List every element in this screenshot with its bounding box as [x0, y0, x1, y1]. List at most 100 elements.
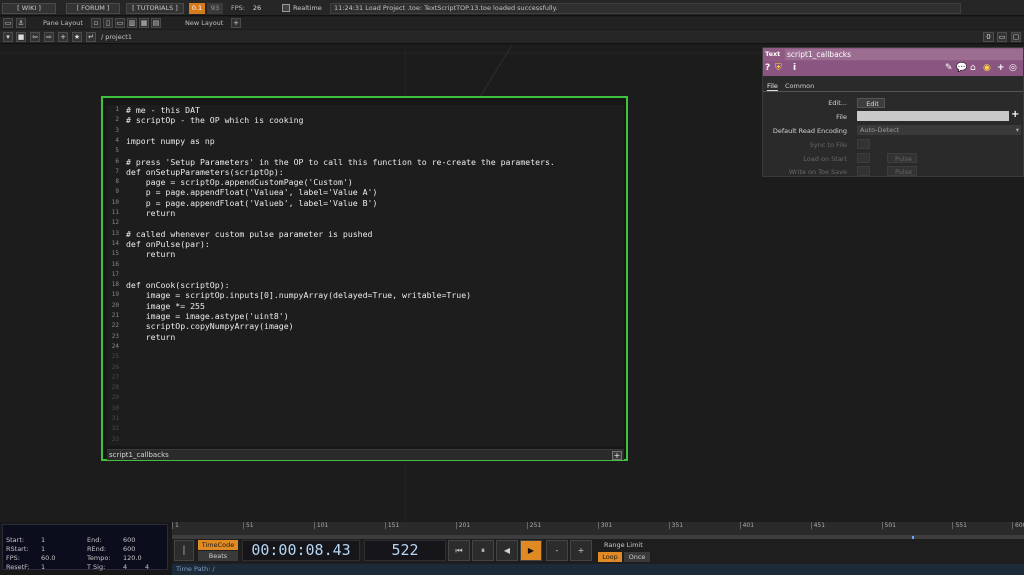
code-line[interactable]: 3 [107, 126, 624, 136]
code-text[interactable]: return [126, 332, 176, 342]
code-line[interactable]: 24 [107, 342, 624, 352]
resetf-value[interactable]: 1 [41, 563, 45, 571]
code-line[interactable]: 15 return [107, 249, 624, 259]
new-layout-button[interactable]: New Layout [185, 18, 223, 28]
edit-icon[interactable]: ✎ [945, 63, 953, 74]
code-line[interactable]: 33 [107, 435, 624, 445]
parent-icon[interactable]: ↵ [86, 32, 96, 42]
help-icon[interactable]: ? [765, 63, 770, 74]
text-editor-window[interactable]: 1 # me - this DAT 2 # scriptOp - the OP whi… [101, 96, 628, 461]
code-line[interactable]: 28 [107, 383, 624, 393]
code-text[interactable]: scriptOp.copyNumpyArray(image) [126, 321, 294, 331]
end-value[interactable]: 600 [123, 536, 135, 544]
write-on-save-toggle[interactable] [857, 166, 870, 176]
comment-icon[interactable]: 💬 [956, 63, 967, 74]
layout-3-icon[interactable]: ▭ [115, 18, 125, 28]
add-layout-icon[interactable]: + [231, 18, 241, 28]
code-line[interactable]: 14 def onPulse(par): [107, 239, 624, 249]
rewind-icon[interactable]: ⏮ [448, 540, 470, 561]
code-line[interactable]: 32 [107, 424, 624, 434]
op-name-field[interactable]: script1_callbacks [785, 49, 1023, 60]
code-line[interactable]: 17 [107, 270, 624, 280]
code-line[interactable]: 1 # me - this DAT [107, 105, 624, 115]
tag-icon[interactable]: ⌂ [970, 63, 976, 74]
layout-6-icon[interactable]: ▤ [151, 18, 161, 28]
tab-file[interactable]: File [767, 82, 778, 91]
time-path[interactable]: Time Path: / [172, 564, 1024, 575]
rend-value[interactable]: 600 [123, 545, 135, 553]
code-text[interactable]: page = scriptOp.appendCustomPage('Custom… [126, 177, 353, 187]
pane-maximize-icon[interactable]: ▢ [1011, 32, 1021, 42]
code-text[interactable]: return [126, 208, 176, 218]
tsig-numerator[interactable]: 4 [123, 563, 127, 571]
wiki-link[interactable]: [ WIKI ] [2, 3, 56, 14]
code-line[interactable]: 22 scriptOp.copyNumpyArray(image) [107, 321, 624, 331]
pane-split-icon[interactable]: ▭ [3, 18, 13, 28]
code-line[interactable]: 12 [107, 218, 624, 228]
home-icon[interactable]: + [58, 32, 68, 42]
code-text[interactable]: # press 'Setup Parameters' in the OP to … [126, 157, 555, 167]
target-icon[interactable]: ◎ [1009, 63, 1017, 74]
python-icon[interactable]: ◉ [983, 63, 991, 74]
bookmark-icon[interactable]: ★ [72, 32, 82, 42]
tab-common[interactable]: Common [785, 82, 814, 90]
tutorials-link[interactable]: [ TUTORIALS ] [126, 3, 184, 14]
code-line[interactable]: 29 [107, 393, 624, 403]
code-text[interactable]: def onPulse(par): [126, 239, 210, 249]
code-line[interactable]: 11 return [107, 208, 624, 218]
forward-icon[interactable]: ⇨ [44, 32, 54, 42]
loop-button[interactable]: Loop [598, 552, 622, 562]
add-parameter-icon[interactable]: + [997, 63, 1005, 74]
pane-layout-button[interactable]: Pane Layout [43, 18, 83, 28]
info-icon[interactable]: i [793, 63, 796, 74]
timecode-display[interactable]: 00:00:08.43 [242, 540, 360, 561]
timecode-button[interactable]: TimeCode [198, 540, 238, 550]
code-line[interactable]: 13 # called whenever custom pulse paramet… [107, 229, 624, 239]
code-text[interactable]: p = page.appendFloat('Valueb', label='Va… [126, 198, 378, 208]
code-text[interactable]: return [126, 249, 176, 259]
code-text[interactable]: image = scriptOp.inputs[0].numpyArray(de… [126, 290, 471, 300]
code-line[interactable]: 8 page = scriptOp.appendCustomPage('Cust… [107, 177, 624, 187]
pane-options-icon[interactable]: ▭ [997, 32, 1007, 42]
code-line[interactable]: 5 [107, 146, 624, 156]
code-line[interactable]: 6 # press 'Setup Parameters' in the OP to… [107, 157, 624, 167]
code-text[interactable]: image = image.astype('uint8') [126, 311, 289, 321]
pause-icon[interactable]: ⏸ [472, 540, 494, 561]
fps-setting-value[interactable]: 60.0 [41, 554, 55, 562]
code-text[interactable]: p = page.appendFloat('Valuea', label='Va… [126, 187, 378, 197]
step-minus-icon[interactable]: - [546, 540, 568, 561]
play-icon[interactable]: ▶ [520, 540, 542, 561]
code-line[interactable]: 27 [107, 373, 624, 383]
layout-4-icon[interactable]: ▥ [127, 18, 137, 28]
code-line[interactable]: 7 def onSetupParameters(scriptOp): [107, 167, 624, 177]
rstart-value[interactable]: 1 [41, 545, 45, 553]
encoding-dropdown[interactable]: Auto-Detect ▾ [857, 125, 1021, 135]
pane-menu-icon[interactable]: ▾ [3, 32, 13, 42]
code-line[interactable]: 23 return [107, 332, 624, 342]
sync-toggle[interactable] [857, 139, 870, 149]
code-line[interactable]: 25 [107, 352, 624, 362]
pane-index[interactable]: 0 [983, 32, 994, 42]
layout-2-icon[interactable]: ▯ [103, 18, 113, 28]
code-line[interactable]: 21 image = image.astype('uint8') [107, 311, 624, 321]
code-line[interactable]: 30 [107, 404, 624, 414]
code-text[interactable]: def onCook(scriptOp): [126, 280, 230, 290]
frame-display[interactable]: 522 [364, 540, 446, 561]
code-text[interactable]: # called whenever custom pulse parameter… [126, 229, 372, 239]
code-line[interactable]: 31 [107, 414, 624, 424]
editor-add-icon[interactable]: + [612, 451, 622, 460]
once-button[interactable]: Once [624, 552, 650, 562]
tsig-denominator[interactable]: 4 [145, 563, 149, 571]
code-line[interactable]: 2 # scriptOp - the OP which is cooking [107, 115, 624, 125]
code-text[interactable]: def onSetupParameters(scriptOp): [126, 167, 284, 177]
code-line[interactable]: 19 image = scriptOp.inputs[0].numpyArray… [107, 290, 624, 300]
pane-anchor-icon[interactable]: ⚓ [16, 18, 26, 28]
perf-indicator[interactable]: 0.1 [189, 3, 205, 14]
timeline-ruler[interactable]: 151101151201251301351401451501551600 [172, 522, 1024, 536]
code-text[interactable]: # me - this DAT [126, 105, 200, 115]
layout-5-icon[interactable]: ▦ [139, 18, 149, 28]
beats-button[interactable]: Beats [198, 551, 238, 561]
code-line[interactable]: 16 [107, 260, 624, 270]
forum-link[interactable]: [ FORUM ] [66, 3, 120, 14]
tempo-value[interactable]: 120.0 [123, 554, 142, 562]
